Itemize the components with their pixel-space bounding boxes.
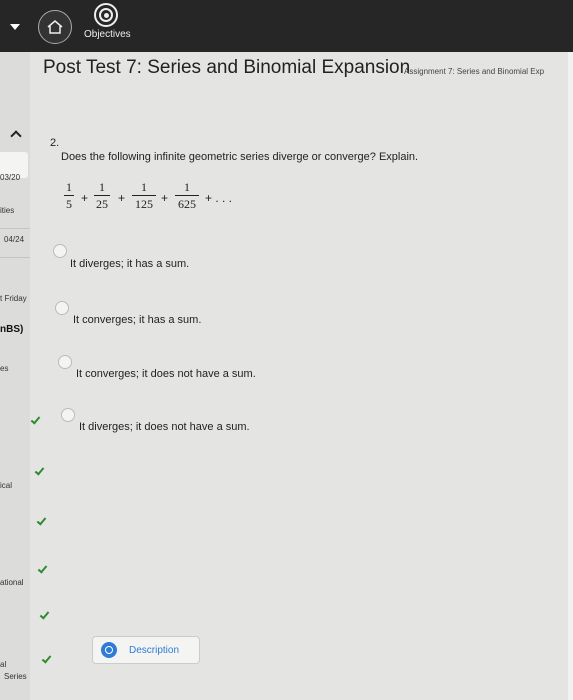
option-label-4[interactable]: It diverges; it does not have a sum. bbox=[79, 421, 250, 433]
collapse-chevron-icon[interactable] bbox=[10, 130, 22, 142]
sidebar-item-date-2[interactable]: 04/24 bbox=[4, 235, 24, 244]
sidebar-item-10[interactable]: Series bbox=[4, 672, 27, 681]
description-icon bbox=[101, 642, 117, 658]
question-text: Does the following infinite geometric se… bbox=[61, 151, 419, 163]
description-button[interactable]: Description bbox=[92, 636, 200, 664]
sidebar-item-5[interactable]: nBS) bbox=[0, 324, 23, 335]
sidebar-item-date-1[interactable]: 03/20 bbox=[0, 173, 20, 182]
question-number: 2. bbox=[50, 137, 60, 149]
home-icon bbox=[47, 20, 63, 34]
description-label: Description bbox=[129, 644, 180, 656]
sidebar-item-6[interactable]: es bbox=[0, 364, 8, 373]
sidebar-item-4[interactable]: t Friday bbox=[0, 294, 27, 303]
top-toolbar: Objectives bbox=[0, 0, 573, 52]
sidebar: 03/20 ities 04/24 t Friday nBS) es ical … bbox=[0, 52, 30, 700]
home-button[interactable] bbox=[38, 10, 72, 44]
assignment-subtitle: Assignment 7: Series and Binomial Exp bbox=[404, 67, 545, 76]
sidebar-item-8[interactable]: ational bbox=[0, 578, 24, 587]
plus-sign: + bbox=[118, 191, 126, 205]
option-radio-1[interactable] bbox=[53, 244, 67, 258]
sidebar-item-7[interactable]: ical bbox=[0, 481, 12, 490]
option-radio-4[interactable] bbox=[61, 408, 75, 422]
sidebar-item-2[interactable]: ities bbox=[0, 206, 14, 215]
sidebar-divider bbox=[0, 257, 30, 258]
sidebar-item-9[interactable]: al bbox=[0, 660, 6, 669]
plus-sign: + bbox=[81, 191, 89, 205]
option-label-1[interactable]: It diverges; it has a sum. bbox=[70, 258, 189, 270]
right-edge bbox=[568, 52, 573, 700]
option-label-2[interactable]: It converges; it has a sum. bbox=[73, 314, 201, 326]
option-radio-2[interactable] bbox=[55, 301, 69, 315]
fraction-term: 15 bbox=[64, 180, 74, 211]
page-title: Post Test 7: Series and Binomial Expansi… bbox=[43, 57, 411, 78]
fraction-term: 1 125 bbox=[132, 180, 156, 211]
plus-sign: + bbox=[161, 191, 169, 205]
objectives-label[interactable]: Objectives bbox=[84, 29, 131, 40]
dropdown-caret-icon[interactable] bbox=[10, 24, 20, 30]
fraction-term: 1 625 bbox=[175, 180, 199, 211]
sidebar-divider bbox=[0, 228, 30, 229]
fraction-term: 1 25 bbox=[94, 180, 110, 211]
option-radio-3[interactable] bbox=[58, 355, 72, 369]
ellipsis: + . . . bbox=[205, 191, 233, 205]
option-label-3[interactable]: It converges; it does not have a sum. bbox=[76, 368, 256, 380]
objectives-icon[interactable] bbox=[94, 3, 118, 27]
